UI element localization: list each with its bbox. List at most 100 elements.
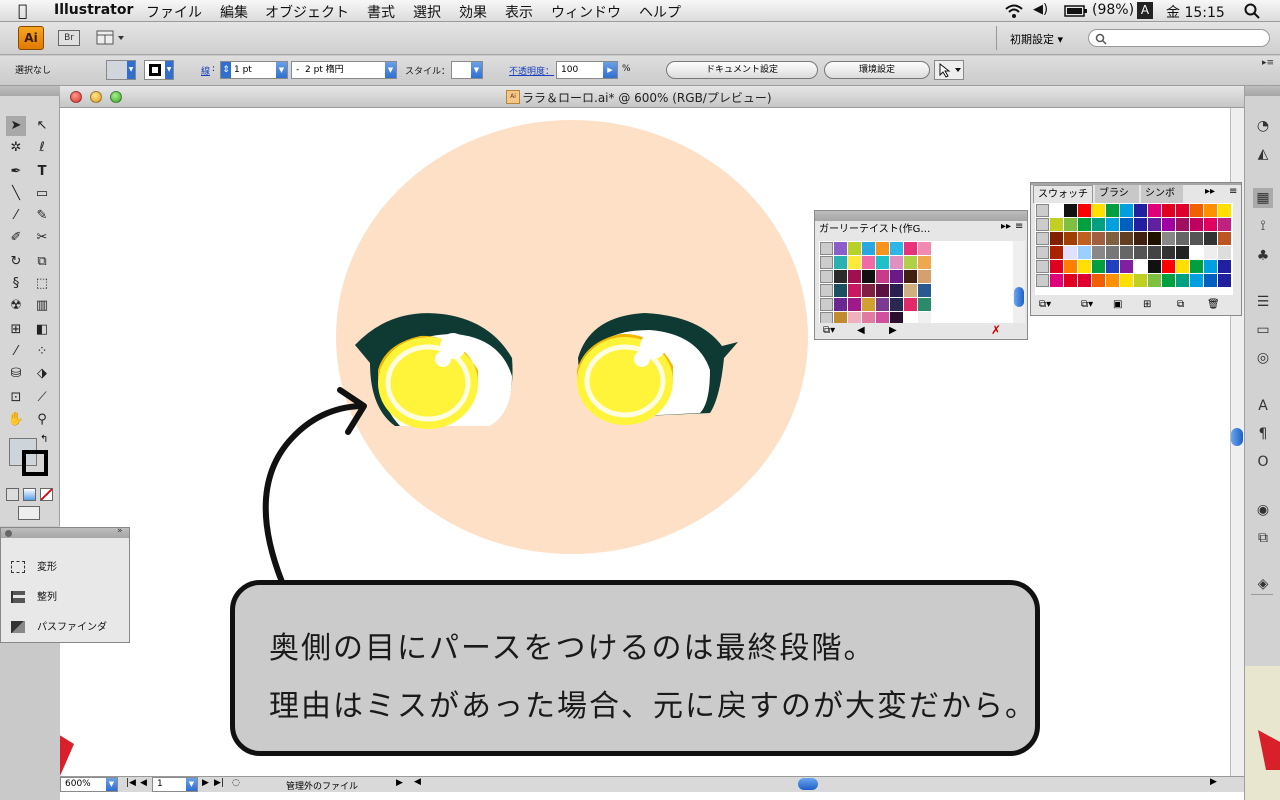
swatch[interactable] [1092,246,1105,259]
stroke-swatch[interactable] [22,450,48,476]
menu-select[interactable]: 選択 [413,2,441,22]
apple-menu-icon[interactable]:  [18,1,28,20]
swatch[interactable] [1106,232,1119,245]
swatch[interactable] [1064,246,1077,259]
vertical-scroll-thumb[interactable] [1231,428,1243,446]
swatch[interactable] [1064,232,1077,245]
symbols-panel-icon[interactable]: ♣ [1253,246,1273,266]
swatch[interactable] [1092,204,1105,217]
brushes-panel-icon[interactable]: ⟟ [1253,216,1273,236]
panel-close-icon[interactable] [5,530,12,537]
swatch[interactable] [1148,218,1161,231]
swatch[interactable] [904,256,917,269]
swatch[interactable] [1190,274,1203,287]
none-mode-icon[interactable] [40,488,53,501]
free-transform-tool-icon[interactable]: ⬚ [32,274,52,294]
pencil-tool-icon[interactable]: ✎ [32,206,52,226]
graphic-styles-panel-icon[interactable]: ⧉ [1253,528,1273,548]
stroke-color-dropdown[interactable]: ▼ [144,60,174,80]
document-setup-button[interactable]: ドキュメント設定 [666,61,818,79]
scroll-right-icon[interactable]: ▶ [1210,777,1217,787]
panel-menu-icon[interactable]: ≡ [1015,221,1023,232]
opacity-field[interactable]: 100 ▶ [556,61,618,79]
swatch[interactable] [1148,232,1161,245]
swatch[interactable] [1050,274,1063,287]
swatch[interactable] [1204,260,1217,273]
rotate-tool-icon[interactable]: ↻ [6,252,26,272]
swatch[interactable] [1204,232,1217,245]
symbol-sprayer-tool-icon[interactable]: ☢ [6,296,26,316]
color-mode-icon[interactable] [6,488,19,501]
swatch[interactable] [862,298,875,311]
swatch[interactable] [1162,218,1175,231]
swatch[interactable] [1092,218,1105,231]
blob-brush-tool-icon[interactable]: ✐ [6,228,26,248]
appearance-panel-icon[interactable]: ◉ [1253,500,1273,520]
menu-view[interactable]: 表示 [505,2,533,22]
menu-type[interactable]: 書式 [367,2,395,22]
blend-tool-icon[interactable]: ⁘ [32,342,52,362]
swatch[interactable] [876,242,889,255]
artboard-number-field[interactable]: 1 ▼ [152,777,198,792]
magic-wand-tool-icon[interactable]: ✲ [6,138,26,158]
swatch[interactable] [862,270,875,283]
color-group-folder-icon[interactable] [820,298,833,311]
lasso-tool-icon[interactable]: ℓ [32,138,52,158]
control-menu-icon[interactable]: ▸≡ [1262,58,1274,68]
swatch[interactable] [1176,218,1189,231]
swatch[interactable] [1134,204,1147,217]
swatch[interactable] [1120,246,1133,259]
swatch[interactable] [1092,274,1105,287]
swatch[interactable] [1176,232,1189,245]
swatch[interactable] [1050,260,1063,273]
swatch[interactable] [918,284,931,297]
menu-edit[interactable]: 編集 [220,2,248,22]
gradient-mode-icon[interactable] [23,488,36,501]
opentype-panel-icon[interactable]: O [1253,452,1273,472]
swatch[interactable] [890,270,903,283]
swatch[interactable] [1050,218,1063,231]
swatch-library-tab[interactable]: ガーリーテイスト(作G… [815,221,955,239]
swatch[interactable] [1204,204,1217,217]
app-menu[interactable]: Illustrator [54,2,133,18]
swatch[interactable] [848,242,861,255]
color-group-folder-icon[interactable] [1036,274,1049,287]
minimize-window-button[interactable] [90,91,102,103]
version-cue-icon[interactable]: ◌ [232,778,240,788]
menu-file[interactable]: ファイル [146,2,202,22]
panel-menu-icon[interactable]: ≡ [1229,186,1237,197]
swatch[interactable] [1148,274,1161,287]
new-color-group-icon[interactable]: ⊞ [1143,299,1151,310]
panel-group-header[interactable] [1,528,129,538]
swatch[interactable] [1190,246,1203,259]
swatch[interactable] [904,298,917,311]
color-group-folder-icon[interactable] [820,312,833,323]
close-window-button[interactable] [70,91,82,103]
menu-object[interactable]: オブジェクト [265,2,349,22]
swatch[interactable] [1190,260,1203,273]
swatch[interactable] [918,242,931,255]
next-library-icon[interactable]: ▶ [889,325,897,336]
horizontal-scroll-thumb[interactable] [798,778,818,790]
dock-header[interactable] [1245,86,1280,96]
swatch[interactable] [862,242,875,255]
spotlight-search-icon[interactable] [1244,3,1260,19]
gradient-panel-icon[interactable]: ▭ [1253,320,1273,340]
swatch[interactable] [904,242,917,255]
align-panel-button[interactable]: 整列 [11,588,57,603]
swatch[interactable] [834,242,847,255]
swatch[interactable] [1218,246,1231,259]
swatch[interactable] [834,298,847,311]
swatch[interactable] [1218,232,1231,245]
brushes-tab[interactable]: ブラシ [1095,185,1139,203]
swatch[interactable] [1050,204,1063,217]
swatch[interactable] [834,270,847,283]
previous-artboard-icon[interactable]: ◀ [140,778,147,788]
character-panel-icon[interactable]: A [1253,396,1273,416]
width-tool-icon[interactable]: § [6,274,26,294]
swatch[interactable] [890,242,903,255]
scroll-thumb[interactable] [1014,287,1024,307]
swatch[interactable] [876,270,889,283]
swatch[interactable] [1190,232,1203,245]
brush-definition-dropdown[interactable]: - 2 pt 楕円 ▼ [291,61,397,79]
